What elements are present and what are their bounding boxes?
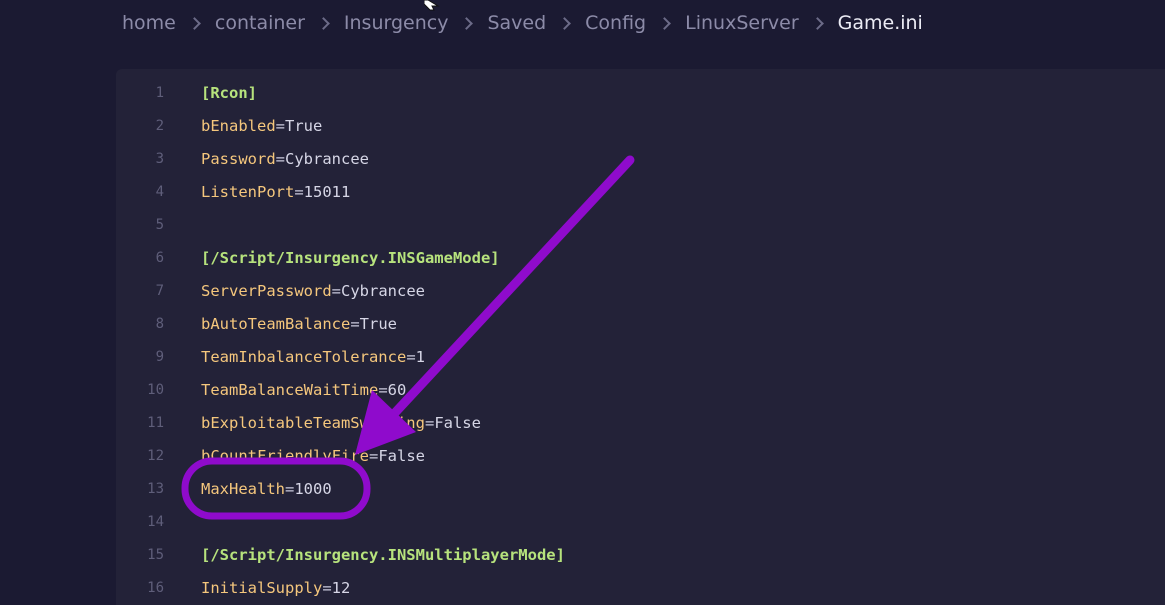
line-number: 12 xyxy=(147,447,164,464)
equals-sign: = xyxy=(406,347,416,366)
config-key: bAutoTeamBalance xyxy=(201,314,351,333)
line-number: 9 xyxy=(155,348,164,365)
equals-sign: = xyxy=(368,446,379,465)
line-number: 5 xyxy=(155,216,164,233)
config-key: bEnabled xyxy=(201,116,276,135)
line-number: 15 xyxy=(147,546,164,563)
line-number: 1 xyxy=(155,84,164,101)
chevron-right-icon xyxy=(462,18,472,28)
config-key: bCountFriendlyFire xyxy=(201,446,369,465)
code-line[interactable]: 14 xyxy=(116,505,1165,538)
breadcrumb: home container Insurgency Saved Config L… xyxy=(122,0,923,46)
equals-sign: = xyxy=(294,182,304,201)
mouse-cursor-icon xyxy=(424,0,440,11)
section-header: [Rcon] xyxy=(201,83,257,102)
breadcrumb-linuxserver[interactable]: LinuxServer xyxy=(685,12,799,34)
config-value: Cybrancee xyxy=(341,281,425,300)
code-line[interactable]: 6 [/Script/Insurgency.INSGameMode] xyxy=(116,241,1165,274)
config-value: 60 xyxy=(387,380,407,399)
code-line[interactable]: 4 ListenPort=15011 xyxy=(116,175,1165,208)
config-key: InitialSupply xyxy=(201,578,323,597)
config-key: ListenPort xyxy=(201,182,295,201)
code-line-highlighted[interactable]: 13 MaxHealth=1000 xyxy=(116,472,1165,505)
code-line[interactable]: 10 TeamBalanceWaitTime=60 xyxy=(116,373,1165,406)
config-value: 15011 xyxy=(303,182,351,201)
config-value: 1 xyxy=(415,347,425,366)
code-line[interactable]: 11 bExploitableTeamSwapping=False xyxy=(116,406,1165,439)
code-line[interactable]: 8 bAutoTeamBalance=True xyxy=(116,307,1165,340)
chevron-right-icon xyxy=(813,18,823,28)
line-number: 4 xyxy=(155,183,164,200)
code-line[interactable]: 15 [/Script/Insurgency.INSMultiplayerMod… xyxy=(116,538,1165,571)
config-value: Cybrancee xyxy=(285,149,369,168)
breadcrumb-container[interactable]: container xyxy=(215,12,305,34)
config-key: TeamBalanceWaitTime xyxy=(201,380,379,399)
section-header: [/Script/Insurgency.INSMultiplayerMode] xyxy=(201,545,565,564)
config-value: False xyxy=(378,446,425,465)
code-line[interactable]: 1 [Rcon] xyxy=(116,76,1165,109)
chevron-right-icon xyxy=(190,18,200,28)
config-key: Password xyxy=(201,149,276,168)
chevron-right-icon xyxy=(560,18,570,28)
config-value: True xyxy=(359,314,397,333)
config-value: True xyxy=(285,116,323,135)
equals-sign: = xyxy=(285,479,295,498)
code-line[interactable]: 2 bEnabled=True xyxy=(116,109,1165,142)
config-key: MaxHealth xyxy=(201,479,285,498)
chevron-right-icon xyxy=(660,18,670,28)
equals-sign: = xyxy=(331,281,341,300)
line-number: 13 xyxy=(147,480,164,497)
line-number: 7 xyxy=(155,282,164,299)
breadcrumb-config[interactable]: Config xyxy=(585,12,646,34)
equals-sign: = xyxy=(350,314,360,333)
breadcrumb-insurgency[interactable]: Insurgency xyxy=(344,12,449,34)
code-line[interactable]: 16 InitialSupply=12 xyxy=(116,571,1165,604)
code-line[interactable]: 5 xyxy=(116,208,1165,241)
line-number: 16 xyxy=(147,579,164,596)
equals-sign: = xyxy=(275,149,285,168)
line-number: 3 xyxy=(155,150,164,167)
code-line[interactable]: 7 ServerPassword=Cybrancee xyxy=(116,274,1165,307)
code-line[interactable]: 12 bCountFriendlyFire=False xyxy=(116,439,1165,472)
config-value: 12 xyxy=(331,578,351,597)
chevron-right-icon xyxy=(319,18,329,28)
line-number: 8 xyxy=(155,315,164,332)
breadcrumb-home[interactable]: home xyxy=(122,12,176,34)
breadcrumb-saved[interactable]: Saved xyxy=(487,12,546,34)
config-key: bExploitableTeamSwapping xyxy=(201,413,425,432)
config-key: TeamInbalanceTolerance xyxy=(201,347,407,366)
equals-sign: = xyxy=(378,380,388,399)
line-number: 6 xyxy=(155,249,164,266)
code-line[interactable]: 9 TeamInbalanceTolerance=1 xyxy=(116,340,1165,373)
code-editor[interactable]: 1 [Rcon] 2 bEnabled=True 3 Password=Cybr… xyxy=(116,69,1165,605)
config-key: ServerPassword xyxy=(201,281,332,300)
breadcrumb-current-file: Game.ini xyxy=(837,12,923,34)
section-header: [/Script/Insurgency.INSGameMode] xyxy=(201,248,500,267)
equals-sign: = xyxy=(322,578,332,597)
equals-sign: = xyxy=(424,413,435,432)
equals-sign: = xyxy=(275,116,285,135)
config-value: 1000 xyxy=(294,479,332,498)
config-value: False xyxy=(434,413,481,432)
line-number: 11 xyxy=(147,414,164,431)
line-number: 10 xyxy=(147,381,164,398)
code-line[interactable]: 3 Password=Cybrancee xyxy=(116,142,1165,175)
line-number: 2 xyxy=(155,117,164,134)
line-number: 14 xyxy=(147,513,164,530)
